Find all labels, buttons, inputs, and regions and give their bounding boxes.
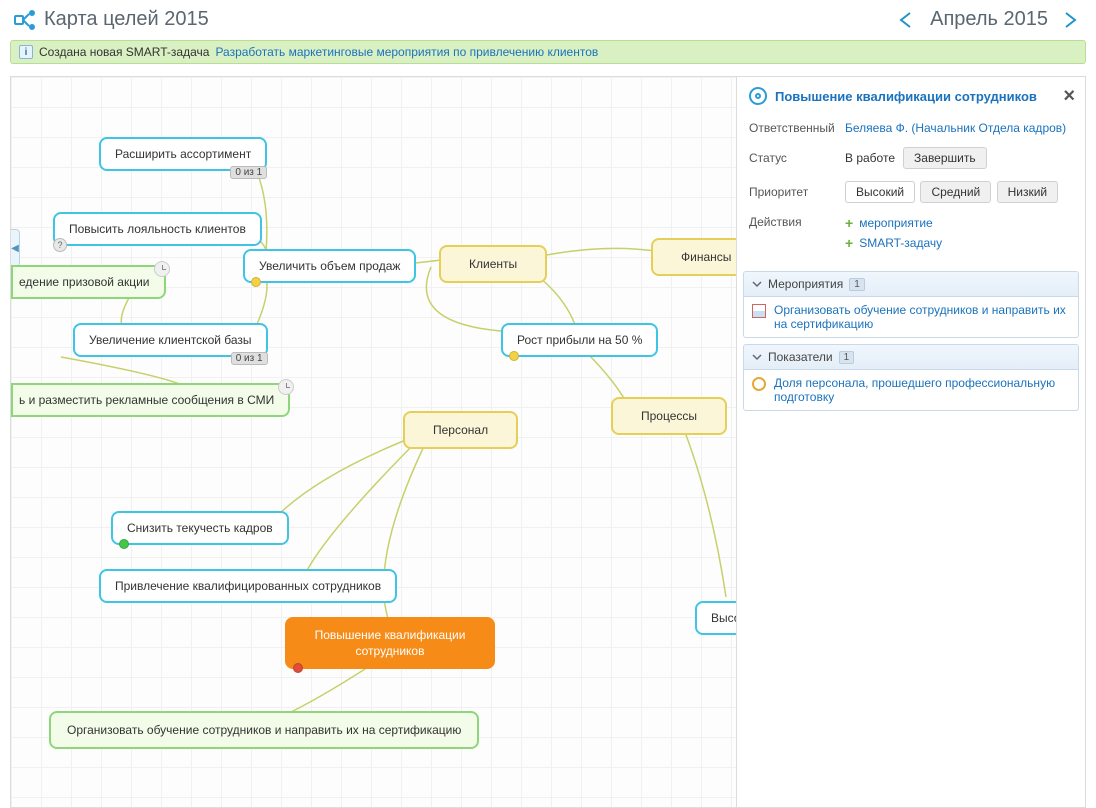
node-tekuchest[interactable]: Снизить текучесть кадров: [111, 511, 289, 545]
node-uvelichit-prodazh[interactable]: Увеличить объем продаж: [243, 249, 416, 283]
responsible-label: Ответственный: [749, 121, 845, 135]
actions-label: Действия: [749, 215, 845, 229]
chevron-down-icon: [752, 352, 762, 362]
expand-sidebar-tab[interactable]: ◀: [10, 229, 20, 267]
node-personal[interactable]: Персонал: [403, 411, 518, 449]
badge-count: 0 из 1: [231, 352, 268, 365]
details-panel: Повышение квалификации сотрудников × Отв…: [736, 77, 1085, 807]
events-item-link[interactable]: Организовать обучение сотрудников и напр…: [774, 303, 1070, 331]
indicators-section-header[interactable]: Показатели 1: [744, 345, 1078, 370]
priority-label: Приоритет: [749, 185, 845, 199]
status-dot-red: [293, 663, 303, 673]
map-icon: [14, 9, 36, 31]
plus-icon: +: [845, 235, 853, 251]
priority-low-button[interactable]: Низкий: [997, 181, 1059, 203]
indicator-icon: [752, 377, 766, 391]
panel-title: Повышение квалификации сотрудников: [775, 89, 1037, 104]
badge-count: 0 из 1: [230, 166, 267, 179]
page-title-group: Карта целей 2015: [14, 8, 209, 31]
calendar-icon: [752, 304, 766, 318]
clock-icon: [278, 379, 294, 395]
responsible-link[interactable]: Беляева Ф. (Начальник Отдела кадров): [845, 121, 1066, 135]
notification-link[interactable]: Разработать маркетинговые мероприятия по…: [215, 45, 598, 59]
info-icon: i: [19, 45, 33, 59]
node-obuchenie[interactable]: Организовать обучение сотрудников и напр…: [49, 711, 479, 749]
status-dot-yellow: [251, 277, 261, 287]
notification-bar: i Создана новая SMART-задача Разработать…: [10, 40, 1086, 64]
add-event-action[interactable]: + мероприятие: [845, 215, 1073, 231]
chevron-down-icon: [752, 279, 762, 289]
node-processy[interactable]: Процессы: [611, 397, 727, 435]
node-privlechenie[interactable]: Привлечение квалифицированных сотруднико…: [99, 569, 397, 603]
node-loyalnost[interactable]: Повысить лояльность клиентов ?: [53, 212, 262, 246]
status-label: Статус: [749, 151, 845, 165]
node-povyshenie-kvalifikacii[interactable]: Повышение квалификации сотрудников: [285, 617, 495, 669]
status-dot-green: [119, 539, 129, 549]
clock-icon: [154, 261, 170, 277]
status-dot-yellow: [509, 351, 519, 361]
mindmap-canvas[interactable]: ◀ Расширить ассортимент 0 из 1 Повысить …: [10, 76, 1086, 808]
status-value: В работе: [845, 151, 895, 165]
header: Карта целей 2015 Апрель 2015: [0, 0, 1096, 40]
month-navigator: Апрель 2015: [896, 8, 1082, 31]
target-icon: [749, 87, 767, 105]
events-section: Мероприятия 1 Организовать обучение сотр…: [743, 271, 1079, 338]
priority-high-button[interactable]: Высокий: [845, 181, 915, 203]
node-rasshirit-assortiment[interactable]: Расширить ассортимент 0 из 1: [99, 137, 267, 171]
add-smart-task-action[interactable]: + SMART-задачу: [845, 235, 1073, 251]
indicators-section: Показатели 1 Доля персонала, прошедшего …: [743, 344, 1079, 411]
node-rost-pribyli[interactable]: Рост прибыли на 50 %: [501, 323, 658, 357]
node-smi[interactable]: ь и разместить рекламные сообщения в СМИ: [11, 383, 290, 417]
indicators-item-link[interactable]: Доля персонала, прошедшего профессиональ…: [774, 376, 1070, 404]
month-label: Апрель 2015: [930, 8, 1048, 31]
events-section-header[interactable]: Мероприятия 1: [744, 272, 1078, 297]
next-month-button[interactable]: [1058, 10, 1082, 30]
node-klientskaya-baza[interactable]: Увеличение клиентской базы 0 из 1: [73, 323, 268, 357]
notification-text: Создана новая SMART-задача: [39, 45, 209, 59]
prev-month-button[interactable]: [896, 10, 920, 30]
panel-properties: Ответственный Беляева Ф. (Начальник Отде…: [737, 113, 1085, 269]
priority-mid-button[interactable]: Средний: [920, 181, 991, 203]
question-icon: ?: [53, 238, 67, 252]
close-panel-button[interactable]: ×: [1063, 85, 1075, 108]
events-count: 1: [849, 278, 865, 291]
indicators-count: 1: [839, 351, 855, 364]
complete-button[interactable]: Завершить: [903, 147, 987, 169]
panel-header: Повышение квалификации сотрудников ×: [737, 77, 1085, 113]
page-title: Карта целей 2015: [44, 8, 209, 31]
plus-icon: +: [845, 215, 853, 231]
node-klienty[interactable]: Клиенты: [439, 245, 547, 283]
node-priz[interactable]: едение призовой акции: [11, 265, 166, 299]
